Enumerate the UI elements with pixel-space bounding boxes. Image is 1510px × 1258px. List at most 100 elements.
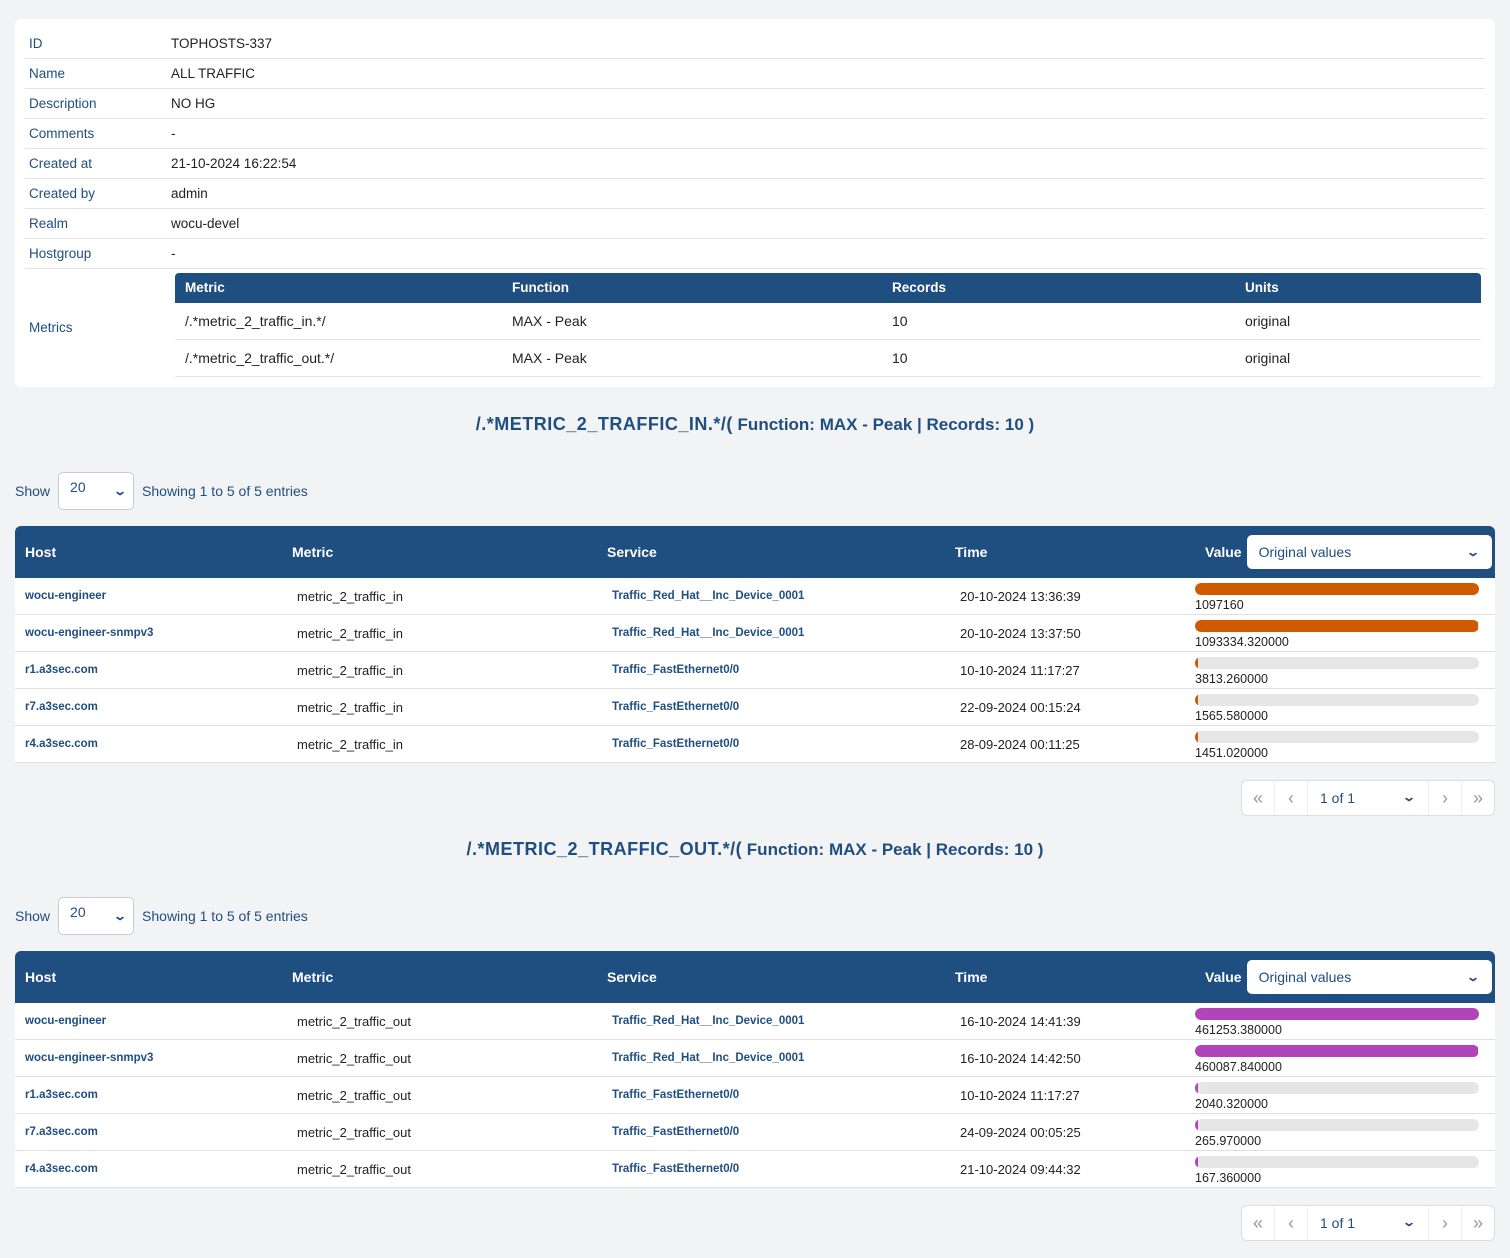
value-bar-fill (1195, 656, 1199, 669)
host-link[interactable]: r4.a3sec.com (15, 738, 292, 750)
value-mode-select[interactable]: Original values ⌄ (1246, 960, 1492, 994)
host-link[interactable]: wocu-engineer-snmpv3 (15, 1052, 292, 1064)
next-page-icon[interactable]: › (1428, 781, 1461, 815)
table-row: r7.a3sec.com metric_2_traffic_out Traffic_… (15, 1114, 1495, 1151)
table-row: r4.a3sec.com metric_2_traffic_out Traffic_… (15, 1151, 1495, 1188)
value-text: 1451.020000 (1195, 745, 1268, 760)
host-link[interactable]: r7.a3sec.com (15, 1126, 292, 1138)
column-header-service[interactable]: Service (607, 969, 955, 985)
first-page-icon[interactable]: « (1242, 781, 1275, 815)
time-cell: 10-10-2024 11:17:27 (960, 662, 1080, 678)
metric-cell: metric_2_traffic_out (297, 1013, 411, 1029)
metric-cell: metric_2_traffic_in (297, 736, 403, 752)
column-header-host[interactable]: Host (15, 544, 292, 560)
value-text: 1565.580000 (1195, 708, 1268, 723)
detail-row: Realm wocu-devel (25, 209, 1485, 239)
value-mode-select[interactable]: Original values ⌄ (1246, 535, 1492, 569)
time-cell: 24-09-2024 00:05:25 (960, 1124, 1081, 1140)
metrics-table-row: /.*metric_2_traffic_out.*/ MAX - Peak 10 or… (175, 340, 1481, 377)
column-header-time[interactable]: Time (955, 969, 1195, 985)
detail-row: ID TOPHOSTS-337 (25, 29, 1485, 59)
host-link[interactable]: wocu-engineer-snmpv3 (15, 627, 292, 639)
page-size-select[interactable]: 20 ⌄ (58, 472, 135, 510)
service-link[interactable]: Traffic_Red_Hat__Inc_Device_0001 (607, 627, 955, 639)
page-select[interactable]: 1 of 1 ⌄ (1308, 790, 1428, 806)
chevron-down-icon: ⌄ (1401, 790, 1417, 804)
service-link[interactable]: Traffic_FastEthernet0/0 (607, 1126, 955, 1138)
first-page-icon[interactable]: « (1242, 1206, 1275, 1240)
table-row: r1.a3sec.com metric_2_traffic_in Traffic_F… (15, 652, 1495, 689)
page-indicator: 1 of 1 (1320, 1215, 1356, 1231)
show-label: Show (15, 483, 51, 499)
page-size-select[interactable]: 20 ⌄ (58, 897, 135, 935)
service-link[interactable]: Traffic_FastEthernet0/0 (607, 1163, 955, 1175)
metrics-label: Metrics (29, 320, 73, 335)
last-page-icon[interactable]: » (1461, 1206, 1494, 1240)
column-header-metric[interactable]: Metric (292, 544, 607, 560)
value-cell: 1565.580000 (1195, 692, 1495, 723)
metrics-col-header: Function (512, 280, 569, 295)
detail-label: Created by (29, 186, 96, 201)
chevron-down-icon: ⌄ (1401, 1215, 1417, 1229)
section-title-metric: /.*METRIC_2_TRAFFIC_OUT.*/( (466, 839, 743, 859)
detail-row: Description NO HG (25, 89, 1485, 119)
service-link[interactable]: Traffic_Red_Hat__Inc_Device_0001 (607, 590, 955, 602)
time-cell: 16-10-2024 14:41:39 (960, 1013, 1081, 1029)
page-size-control: Show 20 ⌄ Showing 1 to 5 of 5 entries (15, 897, 308, 935)
metric-cell: metric_2_traffic_out (297, 1050, 411, 1066)
value-bar-fill (1195, 1081, 1199, 1094)
next-page-icon[interactable]: › (1428, 1206, 1461, 1240)
host-link[interactable]: r7.a3sec.com (15, 701, 292, 713)
column-header-host[interactable]: Host (15, 969, 292, 985)
service-link[interactable]: Traffic_Red_Hat__Inc_Device_0001 (607, 1052, 955, 1064)
value-text: 1093334.320000 (1195, 634, 1289, 649)
service-link[interactable]: Traffic_FastEthernet0/0 (607, 701, 955, 713)
column-header-metric[interactable]: Metric (292, 969, 607, 985)
value-bar (1195, 1044, 1479, 1057)
host-link[interactable]: wocu-engineer (15, 590, 292, 602)
value-header-label: Value (1205, 969, 1242, 985)
host-link[interactable]: r1.a3sec.com (15, 1089, 292, 1101)
last-page-icon[interactable]: » (1461, 781, 1494, 815)
metric-cell: metric_2_traffic_in (297, 588, 403, 604)
time-cell: 20-10-2024 13:36:39 (960, 588, 1081, 604)
service-link[interactable]: Traffic_Red_Hat__Inc_Device_0001 (607, 1015, 955, 1027)
metric-cell: metric_2_traffic_in (297, 699, 403, 715)
column-header-service[interactable]: Service (607, 544, 955, 560)
value-bar-fill (1195, 619, 1478, 632)
pagination: «‹ 1 of 1 ⌄ ›» (1241, 1205, 1495, 1241)
column-header-time[interactable]: Time (955, 544, 1195, 560)
metrics-col-header: Records (892, 280, 947, 295)
value-bar (1195, 693, 1479, 706)
value-cell: 1093334.320000 (1195, 618, 1495, 649)
time-cell: 22-09-2024 00:15:24 (960, 699, 1081, 715)
page-select[interactable]: 1 of 1 ⌄ (1308, 1215, 1428, 1231)
table-row: r7.a3sec.com metric_2_traffic_in Traffic_F… (15, 689, 1495, 726)
column-header-value: Value Original values ⌄ (1195, 535, 1495, 569)
entries-info: Showing 1 to 5 of 5 entries (142, 483, 308, 499)
chevron-down-icon: ⌄ (112, 909, 128, 923)
value-mode-selected: Original values (1258, 544, 1352, 560)
value-text: 265.970000 (1195, 1133, 1262, 1148)
chevron-down-icon: ⌄ (1465, 545, 1480, 559)
service-link[interactable]: Traffic_FastEthernet0/0 (607, 738, 955, 750)
service-link[interactable]: Traffic_FastEthernet0/0 (607, 664, 955, 676)
service-link[interactable]: Traffic_FastEthernet0/0 (607, 1089, 955, 1101)
results-table: Host Metric Service Time Value Original value… (15, 526, 1495, 763)
chevron-down-icon: ⌄ (112, 484, 128, 498)
prev-page-icon[interactable]: ‹ (1275, 1206, 1308, 1240)
host-link[interactable]: r4.a3sec.com (15, 1163, 292, 1175)
value-cell: 167.360000 (1195, 1154, 1495, 1185)
detail-value: - (171, 246, 176, 261)
metrics-cell: MAX - Peak (512, 349, 587, 366)
section-title-details: Function: MAX - Peak | Records: 10 ) (742, 840, 1044, 859)
value-text: 461253.380000 (1195, 1022, 1282, 1037)
detail-value: - (171, 126, 176, 141)
host-link[interactable]: r1.a3sec.com (15, 664, 292, 676)
chevron-down-icon: ⌄ (1465, 970, 1480, 984)
metrics-cell: original (1245, 312, 1291, 329)
host-link[interactable]: wocu-engineer (15, 1015, 292, 1027)
value-text: 167.360000 (1195, 1170, 1262, 1185)
metrics-header: Metric Function Records Units (175, 272, 1481, 303)
prev-page-icon[interactable]: ‹ (1275, 781, 1308, 815)
